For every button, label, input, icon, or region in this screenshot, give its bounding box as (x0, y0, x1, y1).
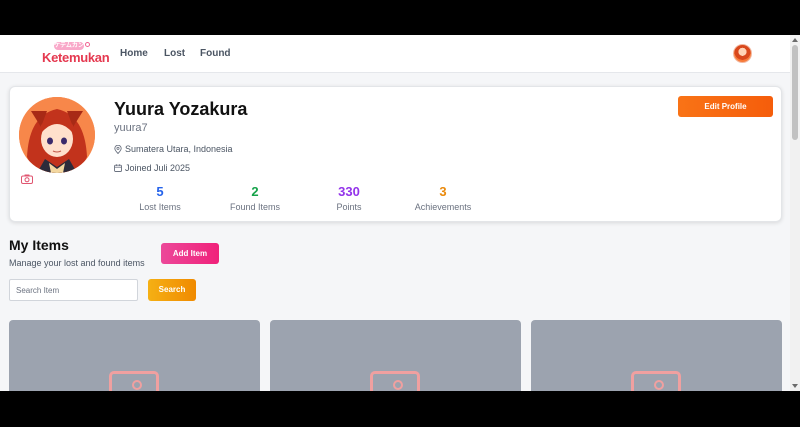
user-avatar[interactable] (733, 44, 752, 63)
stat-label: Found Items (229, 202, 281, 212)
my-items-title: My Items (9, 237, 69, 253)
logo-subtitle: ケテムカン (54, 42, 84, 50)
profile-card: Yuura Yozakura yuura7 Sumatera Utara, In… (9, 86, 782, 222)
item-card[interactable] (9, 320, 260, 391)
stat-points: 330 Points (304, 184, 394, 212)
joined-text: Joined Juli 2025 (125, 163, 191, 173)
image-placeholder-icon (109, 371, 159, 391)
camera-icon[interactable] (21, 174, 33, 184)
logo-dot (85, 42, 90, 47)
nav-link-home[interactable]: Home (120, 48, 148, 59)
item-card[interactable] (270, 320, 521, 391)
vertical-scrollbar[interactable] (790, 35, 800, 391)
search-input[interactable] (9, 279, 138, 301)
stat-value: 3 (439, 184, 447, 199)
profile-location: Sumatera Utara, Indonesia (114, 144, 233, 154)
profile-avatar[interactable] (19, 97, 95, 173)
stat-value: 5 (156, 184, 164, 199)
stat-label: Points (336, 202, 362, 212)
profile-username: yuura7 (114, 122, 148, 134)
app-logo[interactable]: ケテムカン Ketemukan (42, 42, 110, 66)
edit-profile-button[interactable]: Edit Profile (678, 96, 773, 117)
stat-found-items: 2 Found Items (210, 184, 300, 212)
stat-lost-items: 5 Lost Items (115, 184, 205, 212)
scroll-up-arrow-icon[interactable] (792, 38, 798, 42)
nav-link-lost[interactable]: Lost (164, 48, 185, 59)
add-item-button[interactable]: Add Item (161, 243, 219, 264)
image-placeholder-icon (370, 371, 420, 391)
profile-name: Yuura Yozakura (114, 99, 248, 119)
navbar: ケテムカン Ketemukan Home Lost Found (0, 35, 790, 73)
avatar-illustration (19, 97, 95, 173)
calendar-icon (114, 164, 122, 172)
stat-value: 330 (338, 184, 360, 199)
my-items-subtitle: Manage your lost and found items (9, 258, 145, 268)
location-text: Sumatera Utara, Indonesia (125, 144, 233, 154)
stat-value: 2 (251, 184, 259, 199)
image-placeholder-icon (631, 371, 681, 391)
nav-link-found[interactable]: Found (200, 48, 231, 59)
item-card[interactable] (531, 320, 782, 391)
app-viewport: ケテムカン Ketemukan Home Lost Found Yuura Yo… (0, 35, 800, 391)
map-pin-icon (114, 144, 122, 154)
profile-joined: Joined Juli 2025 (114, 163, 190, 173)
stat-label: Achievements (414, 202, 472, 212)
stat-label: Lost Items (139, 202, 181, 212)
stat-achievements: 3 Achievements (398, 184, 488, 212)
search-button[interactable]: Search (148, 279, 196, 301)
logo-text: Ketemukan (42, 50, 110, 65)
scrollbar-thumb[interactable] (792, 45, 798, 140)
scroll-down-arrow-icon[interactable] (792, 384, 798, 388)
